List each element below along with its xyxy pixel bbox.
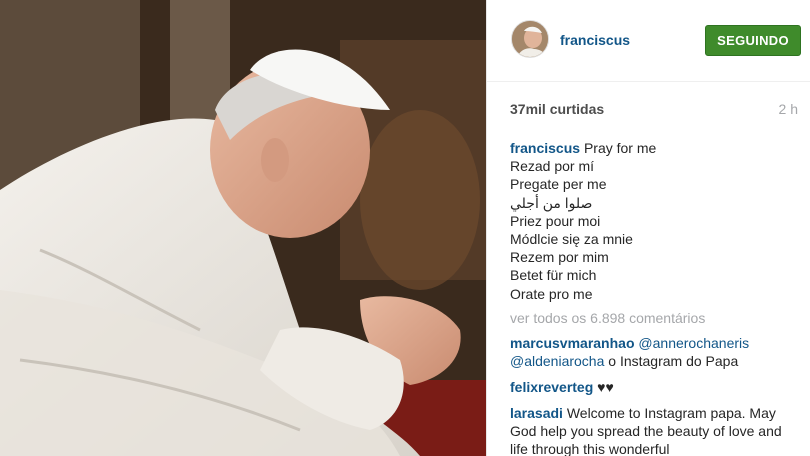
view-all-comments-link[interactable]: ver todos os 6.898 comentários bbox=[510, 310, 705, 326]
comment: larasadi Welcome to Instagram papa. May … bbox=[510, 404, 800, 456]
likes-count[interactable]: 37mil curtidas bbox=[510, 101, 604, 117]
comment: felixreverteg ♥♥ bbox=[510, 378, 800, 396]
caption-line: Orate pro me bbox=[510, 285, 593, 302]
comment: marcusvmaranhao @annerochaneris @aldenia… bbox=[510, 334, 800, 370]
caption-line: franciscus Pray for me bbox=[510, 140, 657, 156]
caption-line: Rezem por mim bbox=[510, 249, 609, 266]
caption-line: Rezad por mí bbox=[510, 158, 595, 175]
caption-line: Betet für mich bbox=[510, 267, 597, 284]
caption-line: Priez pour moi bbox=[510, 212, 601, 229]
comment-username[interactable]: marcusvmaranhao bbox=[510, 335, 635, 351]
comment-username[interactable]: felixreverteg bbox=[510, 379, 593, 395]
comment-mention[interactable]: @aldeniarocha bbox=[510, 353, 604, 369]
post-author-username[interactable]: franciscus bbox=[560, 32, 630, 48]
comment-username[interactable]: larasadi bbox=[510, 405, 563, 421]
comment-text: ♥♥ bbox=[593, 379, 614, 395]
avatar[interactable] bbox=[511, 20, 549, 58]
post-caption: franciscus Pray for me Rezad por mí Preg… bbox=[510, 139, 800, 303]
caption-username[interactable]: franciscus bbox=[510, 140, 580, 156]
caption-line: صلوا من أجلي bbox=[510, 194, 593, 211]
post-header: franciscus SEGUINDO bbox=[487, 0, 810, 82]
caption-line: Módlcie się za mnie bbox=[510, 231, 633, 248]
following-button[interactable]: SEGUINDO bbox=[705, 25, 801, 56]
comment-text: o Instagram do Papa bbox=[604, 353, 739, 370]
comment-mention[interactable]: @annerochaneris bbox=[638, 335, 749, 351]
post-side-panel: franciscus SEGUINDO 37mil curtidas 2 h f… bbox=[486, 0, 810, 456]
post-photo[interactable] bbox=[0, 0, 486, 456]
post-timestamp: 2 h bbox=[778, 101, 798, 117]
caption-line: Pregate per me bbox=[510, 176, 607, 193]
pope-praying-image bbox=[0, 0, 486, 456]
avatar-image-icon bbox=[512, 21, 548, 57]
